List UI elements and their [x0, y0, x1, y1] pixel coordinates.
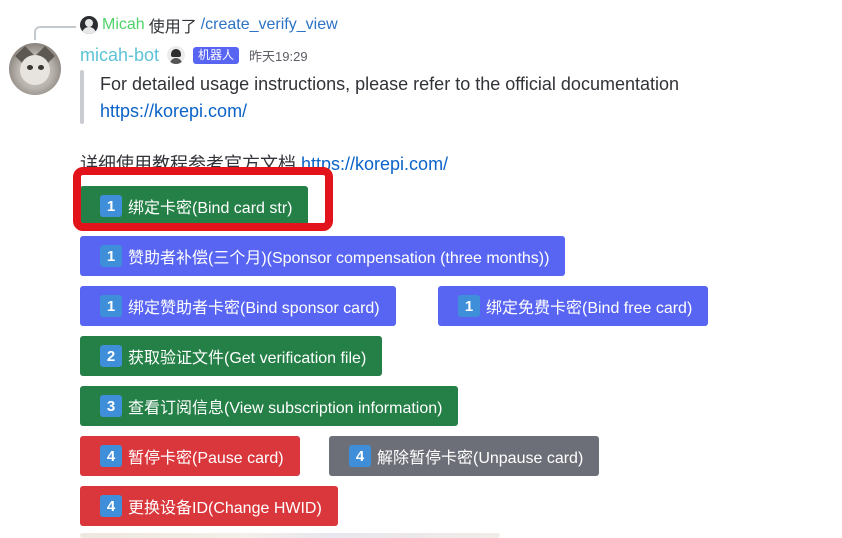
button-label: 绑定免费卡密(Bind free card): [486, 300, 693, 317]
reply-command[interactable]: /create_verify_view: [201, 16, 338, 34]
avatar-face: [20, 55, 50, 85]
keycap-4-icon: 4: [349, 445, 371, 467]
embed-bar: [80, 70, 84, 124]
embed-description: For detailed usage instructions, please …: [100, 71, 679, 125]
button-label: 查看订阅信息(View subscription information): [128, 400, 443, 417]
bind-sponsor-card-button[interactable]: 1 绑定赞助者卡密(Bind sponsor card): [80, 286, 396, 326]
button-label: 暂停卡密(Pause card): [128, 450, 284, 467]
next-row-partial: [80, 533, 500, 538]
unpause-card-button[interactable]: 4 解除暂停卡密(Unpause card): [329, 436, 600, 476]
button-label: 获取验证文件(Get verification file): [128, 350, 367, 367]
reply-avatar[interactable]: [80, 16, 98, 34]
reply-spine: [34, 26, 76, 40]
reply-username[interactable]: Micah: [102, 16, 145, 34]
avatar[interactable]: [9, 43, 61, 95]
pause-card-button[interactable]: 4 暂停卡密(Pause card): [80, 436, 300, 476]
keycap-2-icon: 2: [100, 345, 122, 367]
keycap-1-icon: 1: [458, 295, 480, 317]
reply-used-text: 使用了: [148, 19, 197, 36]
get-verification-file-button[interactable]: 2 获取验证文件(Get verification file): [80, 336, 383, 376]
message-username[interactable]: micah-bot: [80, 45, 159, 66]
sponsor-compensation-button[interactable]: 1 赞助者补偿(三个月)(Sponsor compensation (three…: [80, 236, 566, 276]
keycap-1-icon: 1: [100, 295, 122, 317]
change-hwid-button[interactable]: 4 更换设备ID(Change HWID): [80, 486, 338, 526]
embed-link[interactable]: https://korepi.com/: [100, 98, 679, 125]
highlight-annotation: [73, 167, 333, 231]
button-label: 绑定赞助者卡密(Bind sponsor card): [128, 300, 380, 317]
avatar-eye-right: [38, 65, 44, 70]
view-subscription-button[interactable]: 3 查看订阅信息(View subscription information): [80, 386, 459, 426]
keycap-4-icon: 4: [100, 445, 122, 467]
bot-badge: 机器人: [193, 46, 240, 64]
button-label: 更换设备ID(Change HWID): [128, 500, 322, 517]
button-label: 解除暂停卡密(Unpause card): [377, 450, 584, 467]
avatar-eye-left: [27, 65, 33, 70]
keycap-4-icon: 4: [100, 495, 122, 517]
embed-line: For detailed usage instructions, please …: [100, 74, 680, 94]
keycap-1-icon: 1: [100, 245, 122, 267]
message-header: micah-bot 机器人 昨天19:29: [80, 43, 308, 67]
button-label: 赞助者补偿(三个月)(Sponsor compensation (three m…: [128, 250, 550, 267]
keycap-3-icon: 3: [100, 395, 122, 417]
message-timestamp: 昨天19:29: [249, 48, 308, 64]
reply-preview[interactable]: Micah 使用了/create_verify_view: [80, 14, 338, 36]
user-decoration-icon: [167, 46, 186, 64]
bind-free-card-button[interactable]: 1 绑定免费卡密(Bind free card): [438, 286, 709, 326]
